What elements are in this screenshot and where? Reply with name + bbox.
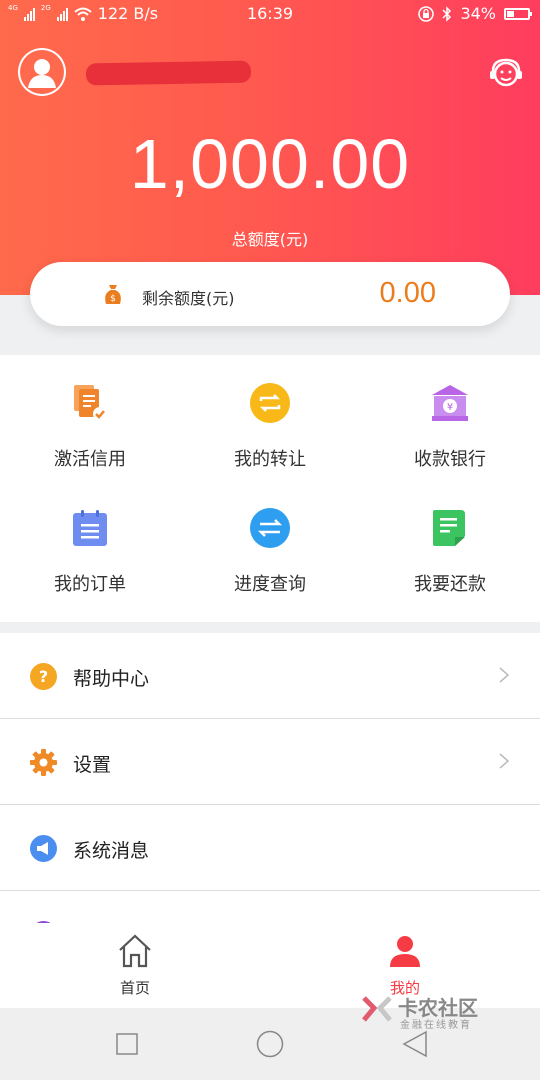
menu-item-settings[interactable]: 设置	[0, 719, 540, 805]
exchange-arrows-icon	[250, 508, 290, 548]
grid-item-repayment[interactable]: 我要还款	[360, 480, 540, 600]
rotation-lock-icon	[418, 5, 435, 22]
grid-item-label: 激活信用	[54, 449, 126, 470]
total-credit-label: 总额度(元)	[231, 230, 309, 249]
back-icon[interactable]	[402, 1030, 428, 1058]
watermark-logo-icon	[362, 996, 392, 1022]
grid-item-label: 我的转让	[234, 449, 306, 470]
home-icon	[119, 934, 151, 968]
watermark: 卡农社区 金融在线教育	[360, 990, 490, 1031]
document-check-icon	[74, 385, 107, 421]
money-bag-icon: $	[105, 285, 121, 304]
avatar[interactable]	[18, 48, 66, 96]
status-bar: 4G 2G 122 B/s 16:39 34%	[0, 0, 540, 30]
grid-item-progress-query[interactable]: 进度查询	[180, 480, 360, 600]
megaphone-icon	[30, 835, 57, 862]
battery-percent: 34%	[460, 4, 496, 23]
svg-text:¥: ¥	[447, 402, 453, 413]
user-silhouette-icon	[20, 50, 64, 94]
repay-note-icon	[433, 510, 465, 546]
menu-item-label: 系统消息	[73, 840, 150, 862]
tab-label: 首页	[119, 979, 150, 997]
watermark-subtitle: 金融在线教育	[400, 1020, 472, 1031]
bluetooth-icon	[442, 5, 452, 22]
redacted-username	[85, 60, 252, 86]
grid-item-my-transfer[interactable]: 我的转让	[180, 355, 360, 475]
tab-home[interactable]: 首页	[75, 923, 195, 1008]
svg-text:$: $	[110, 294, 116, 304]
customer-service-icon[interactable]	[488, 56, 524, 92]
profile-icon	[390, 936, 420, 967]
svg-text:?: ?	[39, 667, 48, 686]
feature-grid: 激活信用 我的转让 ¥ 收款银行 我的订单 进度查询 我要还款	[0, 355, 540, 622]
chevron-right-icon	[499, 753, 510, 769]
menu-item-help-center[interactable]: ? 帮助中心	[0, 633, 540, 719]
header-banner: 4G 2G 122 B/s 16:39 34% 1,000.00 总额度(元)	[0, 0, 540, 295]
chevron-right-icon	[499, 667, 510, 683]
help-icon: ?	[30, 663, 57, 690]
grid-item-receiving-bank[interactable]: ¥ 收款银行	[360, 355, 540, 475]
order-clipboard-icon	[73, 510, 107, 546]
home-circle-icon[interactable]	[256, 1030, 284, 1058]
remaining-credit-value: 0.00	[379, 277, 436, 309]
remaining-credit-card: $ 剩余额度(元) 0.00	[30, 262, 510, 326]
grid-item-label: 进度查询	[234, 574, 306, 595]
menu-item-label: 设置	[73, 754, 112, 776]
menu-item-system-messages[interactable]: 系统消息	[0, 805, 540, 891]
grid-item-my-orders[interactable]: 我的订单	[0, 480, 180, 600]
grid-item-activate-credit[interactable]: 激活信用	[0, 355, 180, 475]
battery-icon	[504, 7, 532, 20]
recent-apps-icon[interactable]	[116, 1033, 138, 1055]
bank-icon: ¥	[432, 385, 468, 421]
transfer-cycle-icon	[250, 383, 290, 423]
menu-item-label: 帮助中心	[73, 668, 150, 690]
grid-item-label: 我的订单	[54, 574, 126, 595]
menu-list: ? 帮助中心 设置 系统消息	[0, 633, 540, 948]
total-credit-amount: 1,000.00	[129, 125, 411, 203]
remaining-credit-label: 剩余额度(元)	[142, 289, 235, 308]
gear-icon	[30, 749, 57, 776]
grid-item-label: 我要还款	[414, 574, 486, 595]
grid-item-label: 收款银行	[414, 449, 486, 470]
